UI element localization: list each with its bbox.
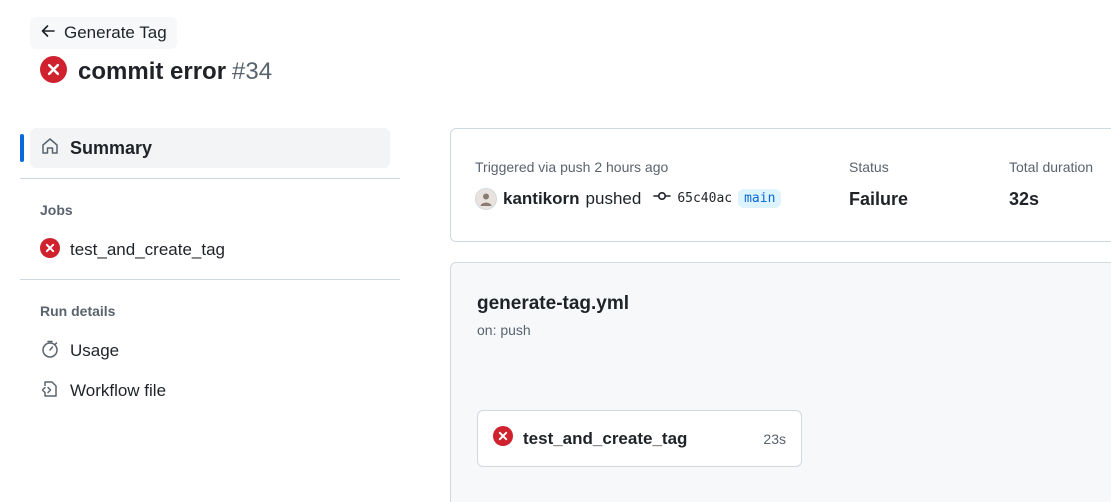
trigger-text: Triggered via push 2 hours ago	[475, 159, 669, 175]
sidebar-item-label: Summary	[70, 137, 153, 158]
sidebar: Summary Jobs test_and_create_tag Run det…	[20, 128, 400, 411]
sidebar-item-job[interactable]: test_and_create_tag	[20, 230, 400, 270]
sidebar-item-label: Usage	[70, 341, 120, 360]
commit-sha-link[interactable]: 65c40ac	[677, 191, 732, 206]
sidebar-item-label: Workflow file	[70, 381, 167, 400]
run-number: #34	[232, 58, 273, 85]
workflow-trigger: on: push	[477, 322, 531, 338]
branch-badge[interactable]: main	[738, 189, 782, 208]
error-status-icon	[40, 56, 67, 88]
divider	[20, 178, 400, 179]
action-text: pushed	[585, 188, 642, 208]
error-icon	[40, 237, 60, 263]
error-icon	[493, 426, 513, 451]
sidebar-item-usage[interactable]: Usage	[20, 331, 400, 371]
sidebar-item-label: test_and_create_tag	[70, 240, 226, 259]
workflow-file-name: generate-tag.yml	[477, 293, 630, 314]
status-label: Status	[849, 159, 889, 175]
back-button[interactable]: Generate Tag	[30, 17, 177, 49]
run-summary-card: Triggered via push 2 hours ago kantikorn…	[450, 128, 1111, 242]
file-code-icon	[40, 379, 60, 404]
duration-value: 32s	[1009, 189, 1040, 209]
stopwatch-icon	[40, 339, 60, 364]
job-node[interactable]: test_and_create_tag 23s	[477, 410, 802, 467]
home-icon	[40, 136, 60, 161]
user-link[interactable]: kantikorn	[503, 189, 580, 209]
back-button-label: Generate Tag	[64, 23, 167, 42]
page-title: commit error #34	[40, 56, 272, 88]
arrow-left-icon	[40, 23, 56, 44]
jobs-heading: Jobs	[40, 202, 73, 218]
trigger-details: kantikorn pushed 65c40ac main	[475, 187, 782, 210]
sidebar-item-summary[interactable]: Summary	[20, 128, 390, 168]
status-value: Failure	[849, 189, 909, 209]
active-indicator	[20, 134, 24, 162]
workflow-graph-card: generate-tag.yml on: push test_and_creat…	[450, 262, 1111, 502]
divider	[20, 279, 400, 280]
avatar[interactable]	[475, 187, 497, 210]
job-name: test_and_create_tag	[523, 428, 688, 448]
git-commit-icon	[647, 187, 672, 210]
run-details-heading: Run details	[40, 303, 116, 319]
job-duration: 23s	[763, 430, 786, 447]
run-title: commit error	[78, 58, 227, 85]
sidebar-item-workflow-file[interactable]: Workflow file	[20, 371, 400, 411]
duration-label: Total duration	[1009, 159, 1094, 175]
